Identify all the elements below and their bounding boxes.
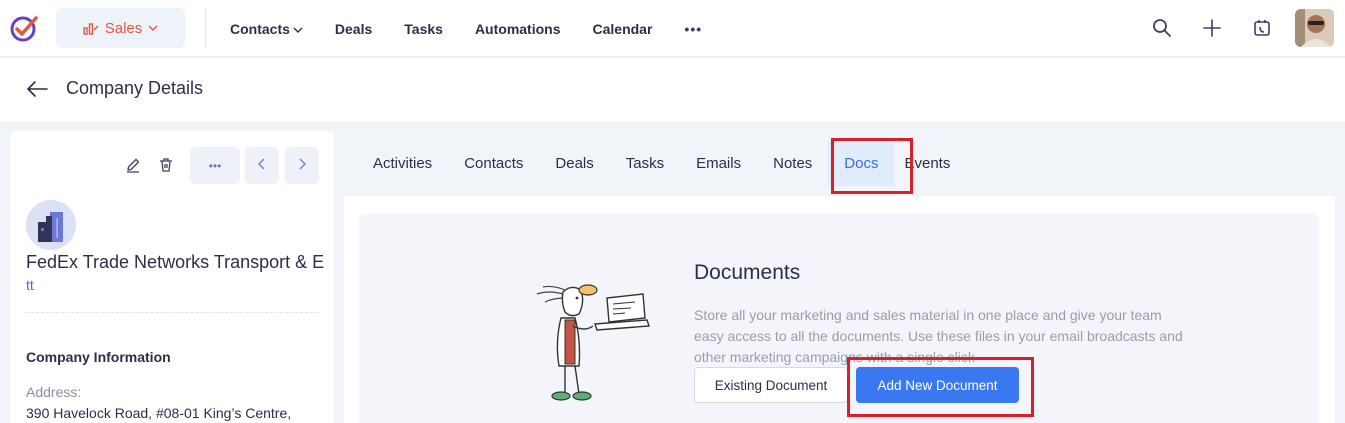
trash-icon[interactable]: [157, 156, 175, 174]
chevron-down-icon: [148, 24, 158, 32]
company-name: FedEx Trade Networks Transport & E: [26, 252, 325, 272]
tab-notes[interactable]: Notes: [757, 142, 828, 186]
tab-activities[interactable]: Activities: [357, 142, 448, 186]
nav-divider: [205, 8, 206, 48]
address-value: 390 Havelock Road, #08-01 King’s Centre,: [26, 405, 292, 421]
top-navigation: Sales Contacts Deals Tasks Automations C…: [0, 0, 1345, 57]
nav-item-label: Automations: [474, 20, 561, 37]
search-icon[interactable]: [1151, 17, 1173, 39]
more-options-button[interactable]: •••: [190, 147, 240, 184]
back-arrow-icon[interactable]: [26, 80, 48, 98]
module-label: Sales: [104, 19, 143, 37]
tab-contacts[interactable]: Contacts: [448, 142, 539, 186]
detail-tabs: Activities Contacts Deals Tasks Emails N…: [344, 131, 1335, 196]
phone-calendar-icon[interactable]: [1251, 17, 1273, 39]
documents-title: Documents: [694, 261, 801, 284]
address-label: Address:: [26, 384, 82, 400]
app-logo-icon[interactable]: [9, 12, 41, 44]
plus-icon[interactable]: [1201, 17, 1223, 39]
nav-item-label: Contacts: [230, 20, 290, 37]
nav-item-tasks[interactable]: Tasks: [404, 21, 443, 37]
existing-document-button[interactable]: Existing Document: [694, 367, 848, 403]
tab-deals[interactable]: Deals: [539, 142, 609, 186]
tab-docs[interactable]: Docs: [828, 141, 895, 186]
section-title: Company Information: [26, 349, 171, 365]
next-record-button[interactable]: [285, 147, 319, 184]
nav-more-button[interactable]: •••: [684, 21, 702, 37]
tab-emails[interactable]: Emails: [680, 142, 757, 186]
company-subtitle-link[interactable]: tt: [26, 277, 34, 293]
nav-item-label: Tasks: [404, 20, 443, 37]
page-header: Company Details: [0, 58, 1345, 121]
company-summary-card: ••• FedEx Trade Networks Transport & E t…: [10, 131, 334, 423]
nav-item-label: Calendar: [592, 20, 653, 37]
nav-item-contacts[interactable]: Contacts: [230, 21, 303, 37]
page-title: Company Details: [66, 78, 204, 98]
previous-record-button[interactable]: [245, 147, 279, 184]
documents-empty-state: Documents Store all your marketing and s…: [359, 214, 1319, 423]
divider: [26, 312, 318, 313]
edit-pencil-icon[interactable]: [124, 156, 142, 174]
nav-item-label: Deals: [334, 20, 373, 37]
person-with-laptop-illustration: [535, 282, 655, 407]
nav-item-deals[interactable]: Deals: [335, 21, 372, 37]
module-switcher-button[interactable]: Sales: [56, 8, 185, 48]
docs-content-area: Documents Store all your marketing and s…: [344, 196, 1335, 423]
chevron-down-icon: [293, 21, 303, 37]
add-new-document-button[interactable]: Add New Document: [856, 367, 1019, 403]
bar-chart-icon: [83, 21, 99, 35]
nav-item-calendar[interactable]: Calendar: [593, 21, 653, 37]
main-nav: Contacts Deals Tasks Automations Calenda…: [230, 0, 702, 57]
tab-events[interactable]: Events: [894, 142, 966, 186]
user-avatar[interactable]: [1295, 9, 1334, 47]
documents-description: Store all your marketing and sales mater…: [694, 307, 1183, 365]
chevron-left-icon: [257, 157, 267, 174]
company-building-icon: [26, 200, 76, 250]
tab-tasks[interactable]: Tasks: [610, 142, 680, 186]
chevron-right-icon: [297, 157, 307, 174]
nav-item-automations[interactable]: Automations: [475, 21, 561, 37]
